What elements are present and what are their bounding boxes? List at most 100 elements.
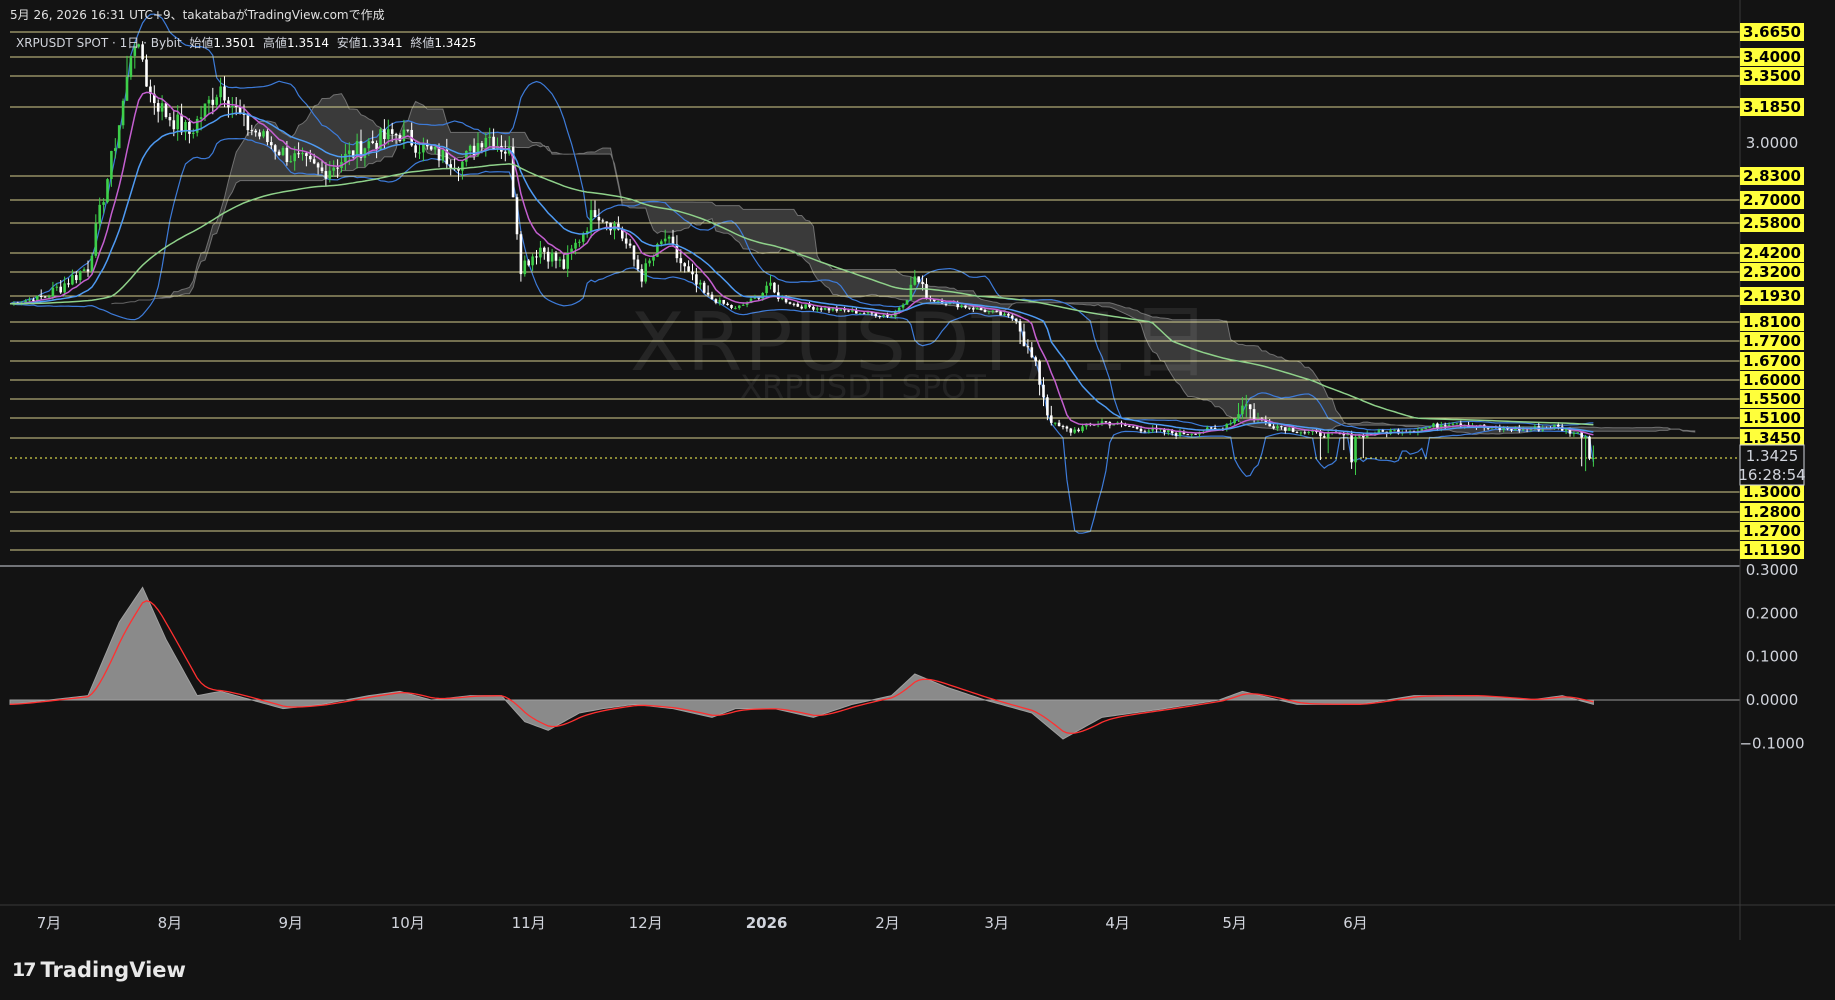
- price-chart[interactable]: 3.6650 3.40003.3500 3.1850 2.8300 2.7000 2.58…: [0, 0, 1835, 1000]
- candle-body: [63, 283, 66, 293]
- candle-body: [47, 296, 51, 298]
- time-tick-label: 10月: [391, 914, 425, 932]
- tradingview-logo[interactable]: 17 TradingView: [12, 958, 186, 982]
- candle-body: [371, 141, 374, 143]
- candle-body: [636, 259, 640, 270]
- candle-body: [293, 153, 296, 162]
- candle-body: [429, 146, 433, 150]
- candle-body: [320, 167, 324, 172]
- candle-body: [203, 103, 207, 118]
- candle-body: [433, 146, 437, 150]
- candle-body: [593, 210, 597, 217]
- tradingview-logo-text: TradingView: [40, 958, 186, 982]
- candle-body: [1295, 431, 1299, 433]
- candle-body: [660, 241, 663, 245]
- candle-body: [605, 221, 608, 223]
- candle-body: [1436, 423, 1439, 428]
- macd-tick-label: 0.2000: [1746, 604, 1799, 622]
- candle-body: [223, 86, 226, 101]
- time-tick-label: 2026: [746, 914, 788, 932]
- candle-body: [1209, 427, 1213, 429]
- candle-body: [578, 241, 581, 243]
- high-label: 高値: [263, 36, 288, 50]
- candle-body: [1135, 426, 1139, 429]
- candle-body: [90, 255, 94, 272]
- candle-body: [289, 161, 293, 163]
- candle-body: [691, 271, 694, 275]
- level-tag-label: 2.1930: [1743, 287, 1801, 305]
- candle-body: [1354, 436, 1357, 463]
- candle-body: [114, 148, 117, 151]
- candle-body: [1584, 436, 1587, 438]
- candle-body: [1131, 426, 1135, 428]
- candle-body: [554, 252, 558, 261]
- candle-body: [316, 163, 320, 168]
- candle-body: [504, 151, 507, 154]
- candle-body: [461, 161, 464, 171]
- candle-body: [1287, 427, 1291, 431]
- candle-body: [172, 120, 176, 130]
- candle-body: [1393, 429, 1396, 431]
- candle-body: [398, 135, 402, 142]
- ohlc-info: XRPUSDT SPOT · 1日 · Bybit 始値1.3501 高値1.3…: [16, 34, 476, 51]
- candle-body: [531, 256, 534, 266]
- level-tag-label: 1.2700: [1743, 522, 1801, 540]
- candle-body: [1455, 423, 1459, 425]
- candle-body: [367, 141, 371, 149]
- candle-body: [1213, 427, 1217, 429]
- candle-body: [648, 260, 651, 264]
- countdown-label: 16:28:54: [1738, 466, 1805, 484]
- candle-body: [515, 197, 519, 235]
- time-tick-label: 7月: [37, 914, 62, 932]
- candle-body: [1572, 432, 1576, 434]
- candle-body: [94, 223, 98, 256]
- candle-body: [527, 260, 530, 266]
- candle-body: [1291, 427, 1295, 432]
- candle-body: [250, 130, 254, 132]
- close-value: 1.3425: [434, 36, 477, 50]
- candle-body: [671, 236, 675, 245]
- level-tag-label: 1.8100: [1743, 313, 1801, 331]
- candle-body: [117, 125, 121, 149]
- candle-body: [231, 106, 234, 108]
- candle-body: [418, 152, 421, 154]
- candle-body: [1311, 431, 1314, 433]
- candle-body: [75, 275, 78, 281]
- macd-tick-label: 0.3000: [1746, 561, 1799, 579]
- time-tick-label: 9月: [279, 914, 304, 932]
- tradingview-logo-icon: 17: [12, 959, 36, 981]
- candle-body: [539, 247, 542, 258]
- candle-body: [1053, 422, 1057, 424]
- candle-body: [1147, 430, 1151, 432]
- candle-body: [1451, 423, 1455, 425]
- level-tag-label: 2.4200: [1743, 244, 1801, 262]
- price-tick-label: 3.0000: [1746, 134, 1799, 152]
- candle-body: [32, 299, 35, 301]
- candle-body: [1241, 405, 1244, 415]
- candle-body: [110, 150, 113, 180]
- candle-body: [254, 130, 257, 133]
- candle-body: [1186, 434, 1190, 436]
- candle-body: [1443, 425, 1447, 427]
- candle-body: [1128, 425, 1131, 427]
- candle-body: [180, 114, 183, 133]
- level-tag-label: 2.5800: [1743, 214, 1801, 232]
- level-tag-label: 3.1850: [1743, 98, 1801, 116]
- candle-body: [145, 59, 148, 87]
- candle-body: [1447, 424, 1451, 427]
- candle-body: [449, 164, 452, 168]
- candle-body: [125, 76, 129, 101]
- open-value: 1.3501: [213, 36, 256, 50]
- time-tick-label: 3月: [984, 914, 1009, 932]
- candle-body: [624, 238, 628, 244]
- time-tick-label: 2月: [875, 914, 900, 932]
- candle-body: [156, 103, 160, 112]
- level-tag-label: 2.7000: [1743, 191, 1801, 209]
- candle-body: [1237, 414, 1240, 419]
- candle-body: [1557, 424, 1560, 427]
- candle-body: [1252, 409, 1256, 420]
- candle-body: [484, 137, 488, 148]
- candle-body: [683, 263, 686, 267]
- candle-body: [207, 99, 211, 104]
- time-tick-label: 11月: [512, 914, 546, 932]
